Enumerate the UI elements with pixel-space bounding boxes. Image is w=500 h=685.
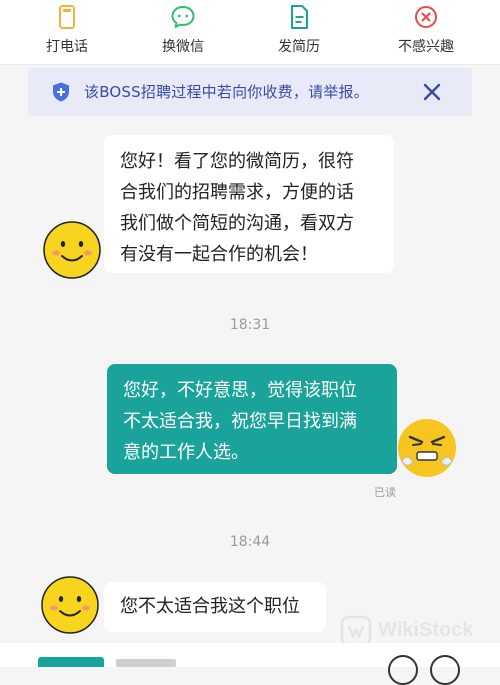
emoji-button[interactable] [388, 655, 418, 685]
call-button[interactable]: 打电话 [22, 0, 112, 64]
input-toolbar [0, 643, 500, 685]
message-line: 您好！看了您的微简历，很符 [120, 151, 354, 172]
resume-icon [291, 5, 308, 29]
read-status: 已读 [374, 486, 396, 499]
message-bubble[interactable]: 您好！看了您的微简历，很符 合我们的招聘需求，方便的话 我们做个简短的沟通，看双… [104, 135, 394, 273]
recruiter-avatar[interactable] [40, 575, 100, 635]
warning-text: 该BOSS招聘过程中若向你收费，请举报。 [84, 83, 369, 101]
send-resume-button[interactable]: 发简历 [254, 0, 344, 64]
message-bubble[interactable]: 您不太适合我这个职位 [104, 582, 326, 632]
send-resume-label: 发简历 [278, 39, 320, 55]
exchange-wechat-label: 换微信 [162, 39, 204, 55]
not-interested-label: 不感兴趣 [398, 39, 454, 55]
shield-icon [53, 82, 69, 102]
my-message-bubble[interactable]: 您好，不好意思，觉得该职位 不太适合我，祝您早日找到满 意的工作人选。 [107, 364, 397, 474]
not-interested-icon [415, 6, 437, 28]
message-line: 您不太适合我这个职位 [120, 596, 300, 617]
more-button[interactable] [430, 655, 460, 685]
recruiter-avatar[interactable] [42, 220, 102, 280]
watermark-text: WikiStock [378, 619, 474, 641]
message-line: 合我们的招聘需求，方便的话 [120, 182, 354, 203]
message-line: 您好，不好意思，觉得该职位 [123, 380, 357, 401]
message-line: 意的工作人选。 [123, 442, 249, 463]
fee-warning-banner: 该BOSS招聘过程中若向你收费，请举报。 [28, 68, 472, 116]
wechat-icon [171, 6, 195, 28]
timestamp: 18:44 [229, 534, 271, 550]
message-line: 我们做个简短的沟通，看双方 [120, 213, 354, 234]
close-icon[interactable] [420, 80, 444, 104]
chat-action-bar: 打电话 换微信 发简历 不感兴趣 [0, 0, 500, 65]
message-line: 有没有一起合作的机会！ [120, 244, 318, 265]
phone-icon [59, 5, 75, 29]
call-label: 打电话 [46, 39, 88, 55]
my-avatar[interactable] [396, 417, 458, 479]
message-line: 不太适合我，祝您早日找到满 [123, 411, 357, 432]
timestamp: 18:31 [229, 317, 271, 333]
toolbar-text-placeholder [116, 659, 176, 667]
not-interested-button[interactable]: 不感兴趣 [380, 0, 472, 64]
quick-reply-button[interactable] [38, 657, 104, 667]
exchange-wechat-button[interactable]: 换微信 [138, 0, 228, 64]
